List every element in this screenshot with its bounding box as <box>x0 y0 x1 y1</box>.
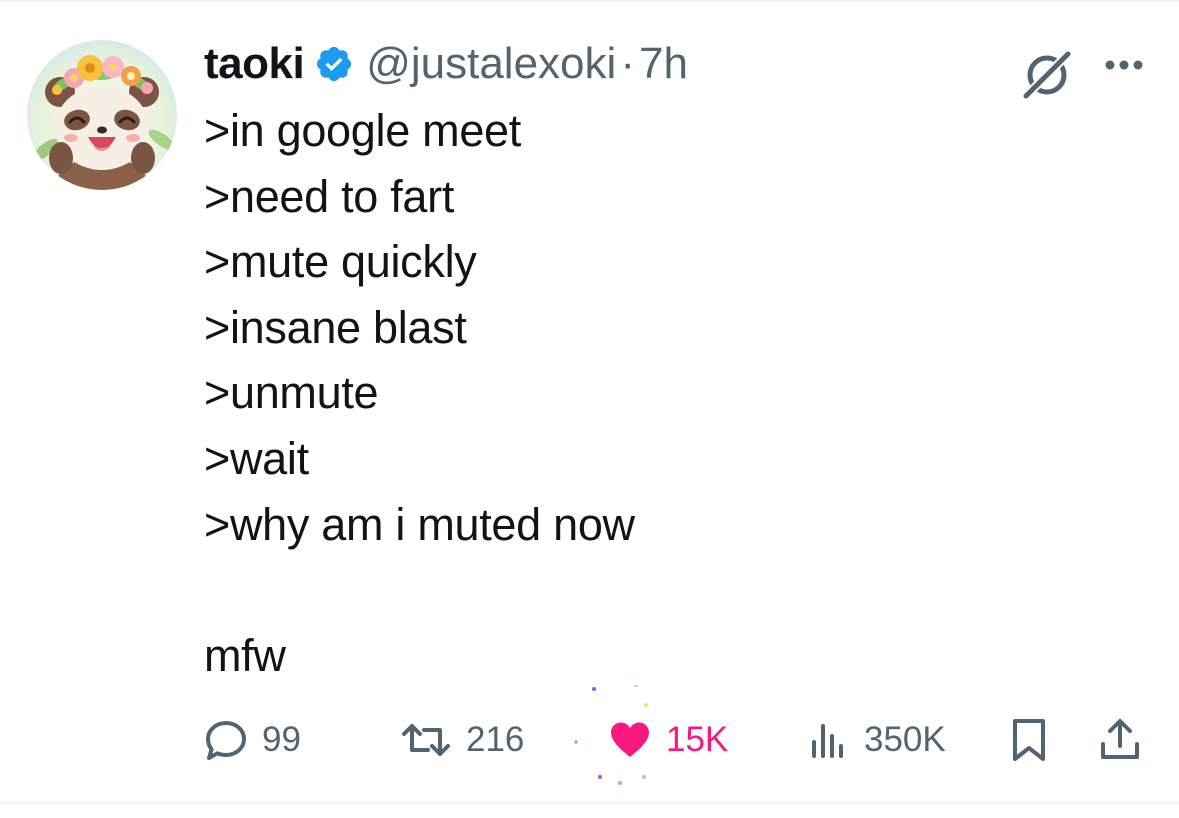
tweet-header: taoki @justalexoki · 7h <box>204 36 688 92</box>
views-button[interactable]: 350K <box>806 705 946 775</box>
top-divider <box>0 0 1179 2</box>
share-button[interactable] <box>1097 705 1143 775</box>
bottom-divider <box>0 802 1179 804</box>
panda-avatar-image <box>27 40 177 190</box>
tweet-line: >wait <box>204 432 309 484</box>
tweet-closing-line: mfw <box>204 629 286 681</box>
repost-button[interactable]: 216 <box>400 705 524 775</box>
timestamp[interactable]: 7h <box>639 39 688 89</box>
grok-icon[interactable] <box>1018 44 1076 102</box>
repost-count: 216 <box>466 720 525 759</box>
bookmark-icon <box>1007 716 1051 764</box>
reply-icon <box>204 718 248 762</box>
tweet-action-bar: 99 216 15K 350K <box>0 685 1179 785</box>
author-display-name[interactable]: taoki <box>204 39 305 89</box>
like-count: 15K <box>666 720 729 759</box>
author-handle[interactable]: @justalexoki <box>366 39 616 89</box>
tweet-line: >need to fart <box>204 170 455 222</box>
reply-count: 99 <box>262 720 301 759</box>
tweet-line: >mute quickly <box>204 236 477 288</box>
header-separator: · <box>620 39 635 88</box>
views-count: 350K <box>864 720 946 759</box>
repost-icon <box>400 718 452 762</box>
share-icon <box>1097 716 1143 764</box>
views-icon <box>806 718 850 762</box>
like-sparkle-decoration <box>574 685 648 785</box>
bookmark-button[interactable] <box>1007 705 1051 775</box>
verified-badge-icon <box>314 44 354 84</box>
tweet-line: >in google meet <box>204 105 521 156</box>
tweet-line: >unmute <box>204 367 379 419</box>
tweet-line: >insane blast <box>204 301 467 353</box>
avatar[interactable] <box>27 40 177 190</box>
tweet-line: >why am i muted now <box>204 498 635 550</box>
more-icon[interactable] <box>1096 50 1152 80</box>
tweet-text: >in google meet >need to fart >mute quic… <box>204 98 635 688</box>
reply-button[interactable]: 99 <box>204 705 301 775</box>
